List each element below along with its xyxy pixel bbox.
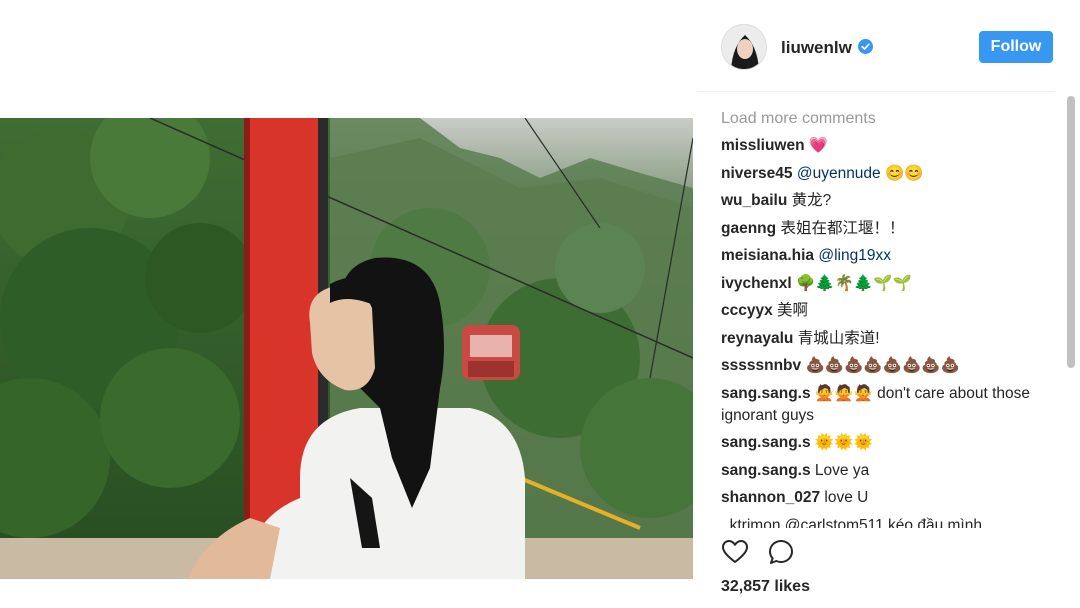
mention-link[interactable]: @uyennude [797,165,881,182]
comments-list: Load more comments missliuwen 💗 niverse4… [721,106,1055,528]
post-sidebar: liuwenlw Follow Load more comments missl… [697,0,1080,608]
comment-row: reynayalu 青城山索道! [721,328,1055,350]
comment-row: wu_bailu 黄龙? [721,190,1055,212]
comment-bubble-icon[interactable] [767,538,795,566]
comment-text: 🌳🌲🌴🌲🌱🌱 [795,274,912,292]
likes-count[interactable]: 32,857 likes [721,578,810,596]
avatar[interactable] [721,24,767,70]
comment-row: shannon_027 love U [721,487,1055,509]
comment-text[interactable]: @ling19xx [818,247,891,264]
comment-text: 美啊 [777,302,809,319]
follow-button[interactable]: Follow [979,31,1053,63]
comment-username[interactable]: meisiana.hia [721,247,814,264]
comment-text: 💗 [808,137,829,154]
comment-text: 🌞🌞🌞 [814,434,873,451]
comment-row: gaenng 表姐在都江堰！！ [721,218,1055,240]
comment-username[interactable]: cccyyx [721,302,773,319]
comment-text: @uyennude 😊😊 [796,164,924,182]
comment-text: Love ya [814,461,870,479]
load-more-comments-link[interactable]: Load more comments [721,106,1055,132]
comment-username[interactable]: ivychenxl [721,275,792,292]
post-actions [721,538,795,572]
comment-text: 表姐在都江堰！！ [780,219,905,237]
heart-icon[interactable] [721,538,749,566]
comment-row: sssssnnbv 💩💩💩💩💩💩💩💩 [721,355,1055,377]
post-photo-pane [0,0,697,608]
comment-username[interactable]: sang.sang.s [721,462,811,479]
comment-username[interactable]: gaenng [721,220,776,237]
comment-row: ivychenxl 🌳🌲🌴🌲🌱🌱 [721,273,1055,295]
post-header: liuwenlw Follow [697,0,1055,92]
comment-row: missliuwen 💗 [721,135,1055,157]
comment-row: cccyyx 美啊 [721,300,1055,322]
comment-text: 💩💩💩💩💩💩💩💩 [805,357,960,374]
comment-username[interactable]: sssssnnbv [721,357,801,374]
comment-text: 青城山索道! [797,329,880,347]
comment-text: love U [824,489,869,506]
comment-username[interactable]: wu_bailu [721,192,787,209]
comment-username[interactable]: missliuwen [721,137,805,154]
comment-row-partial: _ktrimon @carlstom511 kéo đầu mình [721,516,982,529]
comments-scrollbar-thumb[interactable] [1067,96,1075,368]
comment-row: sang.sang.s Love ya [721,460,1055,482]
comment-username[interactable]: niverse45 [721,165,793,182]
verified-badge-icon [858,39,873,54]
comment-row: sang.sang.s 🌞🌞🌞 [721,432,1055,454]
comment-text: 黄龙? [791,192,832,209]
comment-username[interactable]: sang.sang.s [721,385,811,402]
post-username[interactable]: liuwenlw [781,38,852,58]
comment-row: sang.sang.s 🙅🙅🙅 don't care about those i… [721,383,1055,427]
comment-username[interactable]: reynayalu [721,330,793,347]
post-photo[interactable] [0,118,693,579]
comment-row: meisiana.hia @ling19xx [721,245,1055,267]
comment-username[interactable]: sang.sang.s [721,434,811,451]
comment-username[interactable]: shannon_027 [721,489,820,506]
comment-row: niverse45 @uyennude 😊😊 [721,163,1055,185]
